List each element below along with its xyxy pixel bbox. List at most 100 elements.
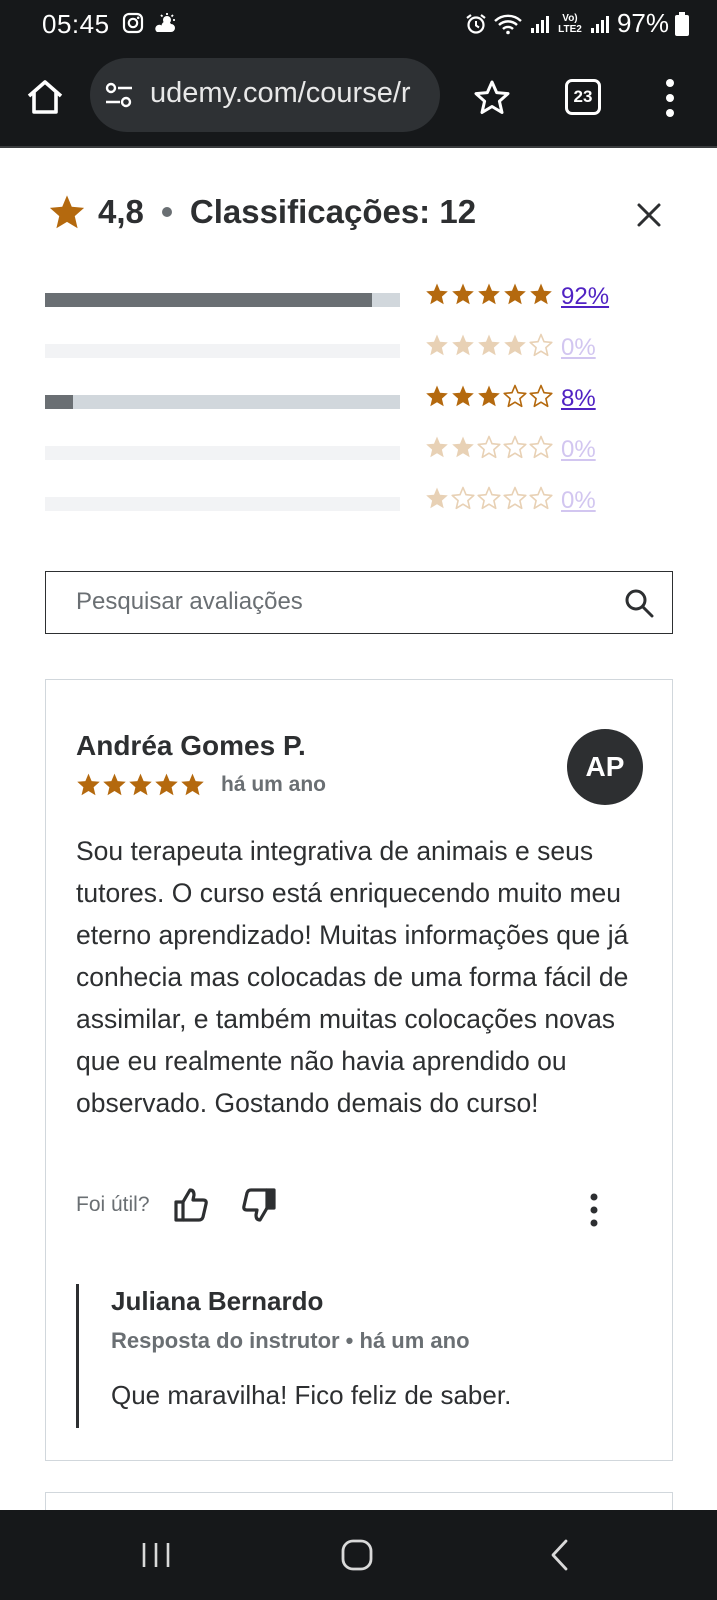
url-text[interactable]: udemy.com/course/r (150, 77, 411, 110)
star-outline-icon (477, 486, 501, 510)
rating-bar (45, 344, 400, 358)
star-filled-icon (478, 385, 500, 407)
search-icon[interactable] (624, 588, 654, 618)
rating-row-3-stars[interactable]: 8% (45, 382, 665, 433)
star-outline-icon (529, 486, 553, 510)
reply-meta: Resposta do instrutor • há um ano (111, 1328, 470, 1353)
rating-row-stars (425, 486, 553, 510)
star-filled-icon (103, 773, 126, 796)
star-filled-icon (155, 773, 178, 796)
alarm-icon (466, 13, 486, 34)
helpful-label: Foi útil? (76, 1193, 150, 1216)
instructor-reply: Juliana Bernardo Resposta do instrutor •… (76, 1284, 636, 1428)
close-icon[interactable] (634, 200, 664, 230)
star-icon (49, 195, 85, 229)
thumbs-up-icon[interactable] (172, 1186, 210, 1224)
status-bar: 05:45 Vo) LTE2 97% (0, 0, 717, 48)
star-outline-icon (529, 333, 553, 357)
avatar: AP (567, 729, 643, 805)
rating-bar (45, 293, 400, 307)
review-card: Andréa Gomes P. há um ano AP Sou terapeu… (45, 679, 673, 1461)
rating-distribution: 92% 0% 8% 0% 0% (45, 280, 665, 535)
network-label: Vo) LTE2 (558, 12, 582, 35)
rating-row-stars (425, 435, 553, 459)
tabs-button[interactable]: 23 (565, 79, 601, 115)
signal-2-icon (590, 15, 609, 33)
rating-bar-fill (45, 395, 74, 409)
star-filled-icon (504, 283, 526, 305)
rating-percent-link: 0% (561, 436, 596, 463)
rating-percent-link[interactable]: 8% (561, 385, 596, 413)
battery-percent: 97% (616, 8, 669, 38)
rating-percent-link[interactable]: 92% (561, 283, 609, 311)
rating-row-2-stars: 0% (45, 433, 665, 484)
star-filled-icon (530, 283, 552, 305)
review-time: há um ano (221, 772, 327, 796)
more-vert-icon[interactable] (660, 76, 680, 120)
browser-toolbar: udemy.com/course/r 23 (0, 48, 717, 148)
rating-average: 4,8 (98, 193, 144, 230)
rating-row-stars (425, 384, 553, 408)
tune-icon[interactable] (104, 81, 134, 109)
wifi-icon (494, 14, 522, 34)
star-outline-icon (477, 435, 501, 459)
star-filled-icon (426, 283, 448, 305)
rating-row-5-stars[interactable]: 92% (45, 280, 665, 331)
rating-row-stars (425, 282, 553, 306)
battery-icon (675, 11, 689, 36)
weather-icon (155, 13, 175, 32)
star-filled-icon (77, 773, 100, 796)
rating-bar (45, 446, 400, 460)
rating-bar-fill (45, 293, 372, 307)
star-filled-icon (452, 385, 474, 407)
status-notification-icons (122, 12, 178, 34)
star-filled-icon (426, 487, 448, 509)
star-outline-icon (529, 435, 553, 459)
home-nav-icon[interactable] (340, 1538, 374, 1572)
thumbs-down-icon[interactable] (240, 1186, 278, 1224)
star-filled-icon (181, 773, 204, 796)
rating-row-1-stars: 0% (45, 484, 665, 535)
star-outline-icon (503, 486, 527, 510)
separator-dot (161, 207, 172, 217)
star-filled-icon (478, 334, 500, 356)
more-vert-icon[interactable] (587, 1192, 601, 1228)
status-system-icons: Vo) LTE2 97% (465, 8, 689, 39)
reply-body: Que maravilha! Fico feliz de saber. (111, 1380, 512, 1410)
helpful-row: Foi útil? (76, 1186, 308, 1224)
star-filled-icon (426, 385, 448, 407)
star-filled-icon (452, 436, 474, 458)
rating-bar (45, 497, 400, 511)
reviewer-name: Andréa Gomes P. (76, 730, 306, 761)
review-body: Sou terapeuta integrativa de animais e s… (76, 836, 629, 1118)
star-filled-icon (452, 334, 474, 356)
star-outline-icon (451, 486, 475, 510)
rating-bar (45, 395, 400, 409)
search-reviews-box[interactable] (45, 571, 673, 634)
system-nav-bar (0, 1510, 717, 1600)
rating-percent-link: 0% (561, 487, 596, 514)
rating-percent-link: 0% (561, 334, 596, 361)
rating-row-4-stars: 0% (45, 331, 665, 382)
reply-author: Juliana Bernardo (111, 1286, 324, 1316)
star-filled-icon (452, 283, 474, 305)
star-filled-icon (426, 334, 448, 356)
back-icon[interactable] (548, 1538, 570, 1572)
home-icon[interactable] (24, 76, 66, 118)
star-outline-icon (529, 384, 553, 408)
star-filled-icon (478, 283, 500, 305)
star-filled-icon (426, 436, 448, 458)
signal-icon (530, 15, 549, 33)
rating-summary: 4,8 Classificações: 12 (48, 193, 476, 231)
review-stars (76, 772, 205, 797)
address-bar[interactable]: udemy.com/course/r (90, 58, 440, 132)
review-meta: há um ano (76, 772, 326, 797)
star-filled-icon (504, 334, 526, 356)
instagram-icon (122, 12, 144, 34)
status-time: 05:45 (42, 9, 110, 39)
search-input[interactable] (76, 572, 596, 632)
recent-apps-icon[interactable] (141, 1540, 171, 1570)
rating-row-stars (425, 333, 553, 357)
star-filled-icon (129, 773, 152, 796)
star-outline-icon[interactable] (472, 78, 512, 118)
